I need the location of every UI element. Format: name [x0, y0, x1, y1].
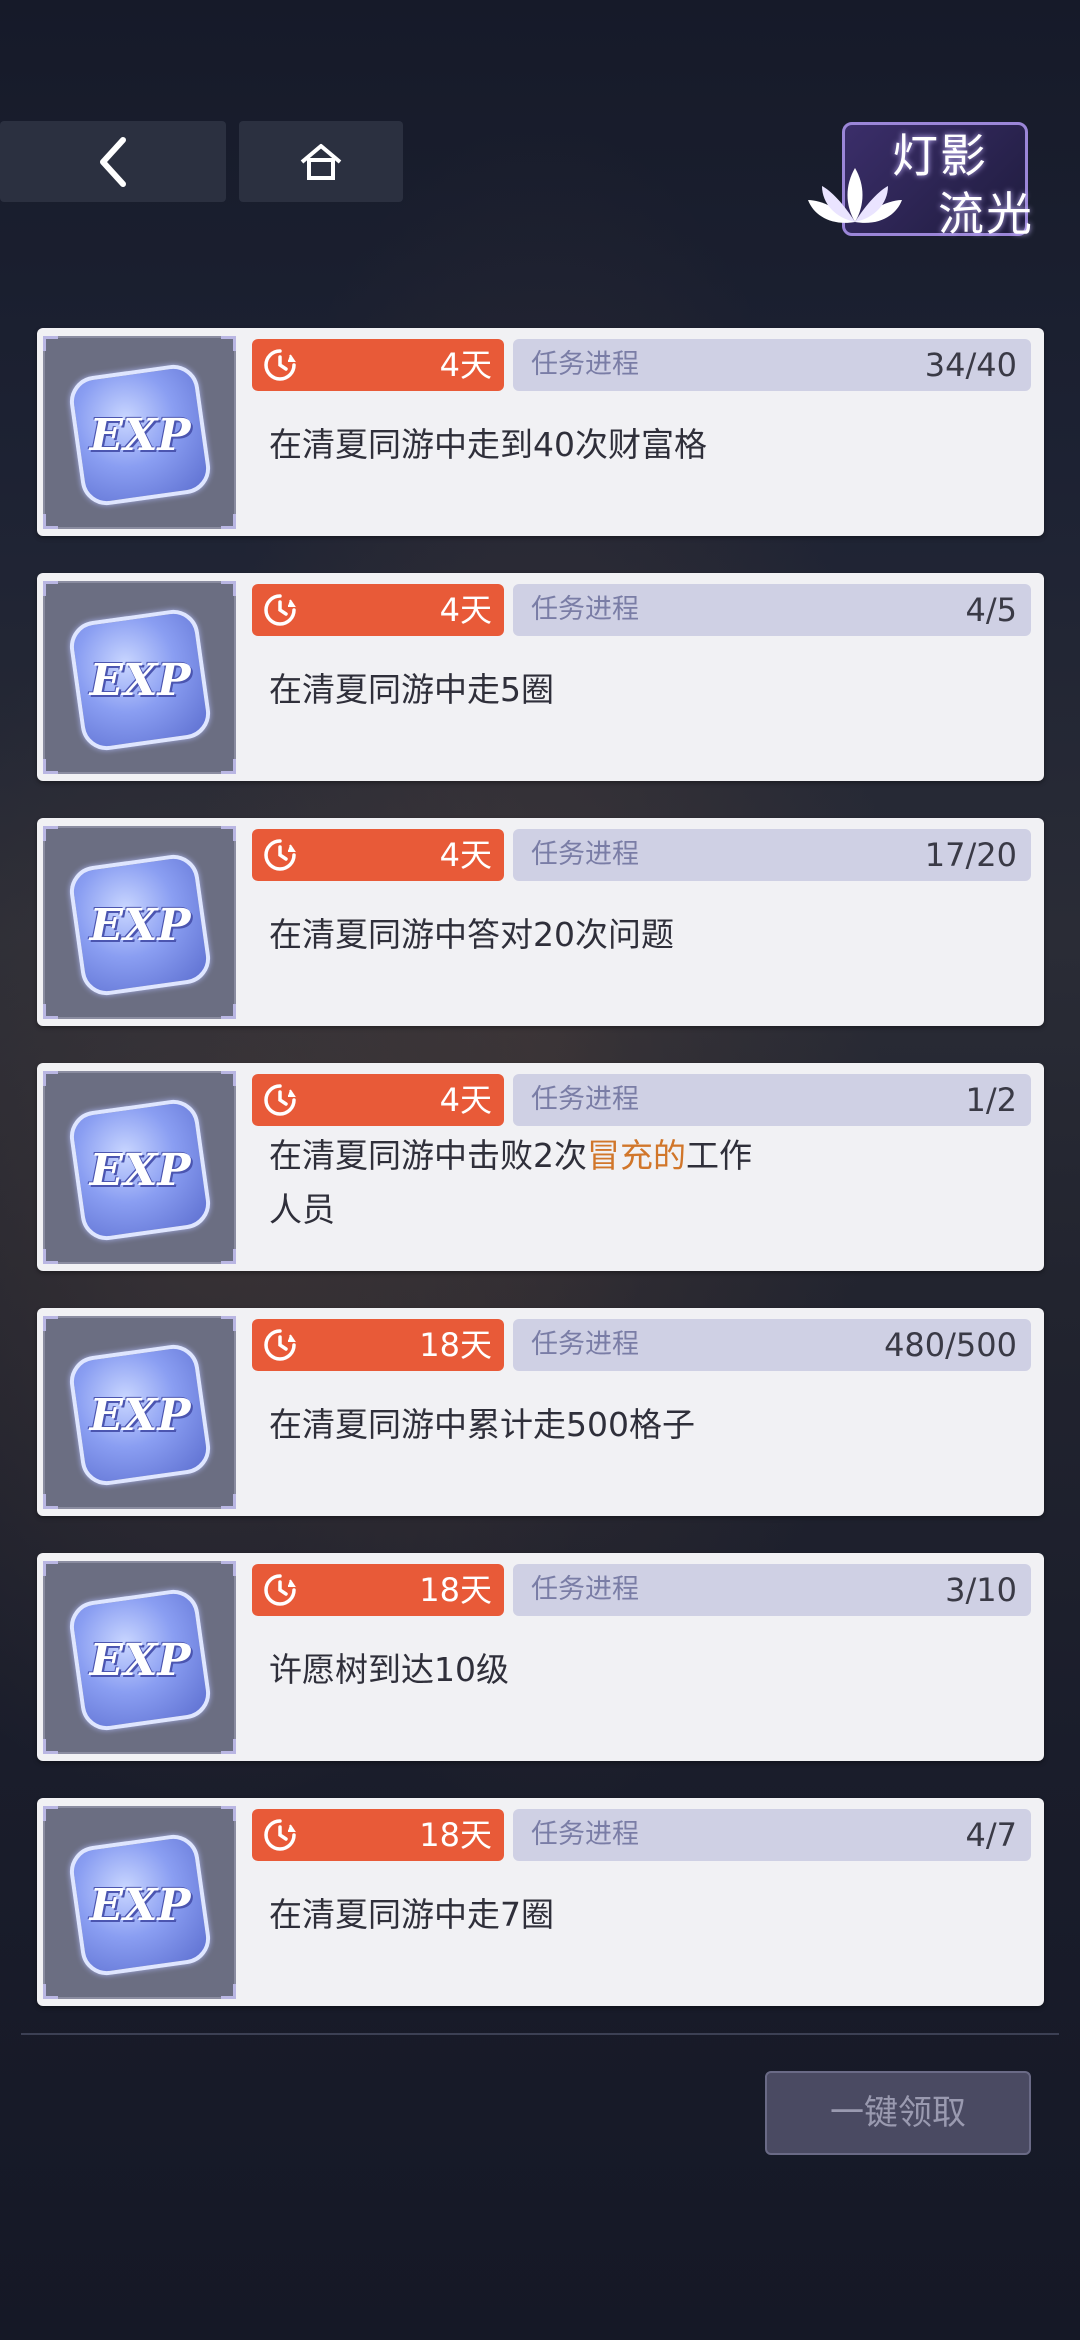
days-remaining-text: 18天 — [419, 1326, 492, 1364]
task-description-text: 在清夏同游中击败2次 — [269, 1136, 587, 1175]
exp-icon-label: EXP — [89, 1389, 191, 1441]
task-progress-bar: 任务进程 4/7 — [513, 1809, 1031, 1861]
task-card: EXP 4天 任务进程 17/20 在清夏同游中答对20次问题 — [37, 818, 1044, 1026]
task-progress-label: 任务进程 — [531, 1574, 639, 1605]
task-description: 在清夏同游中累计走500格子 — [269, 1405, 695, 1444]
task-description: 在清夏同游中击败2次冒充的工作人员 — [269, 1129, 769, 1237]
task-progress-value: 3/10 — [945, 1571, 1017, 1609]
reward-tile[interactable]: EXP — [43, 336, 236, 529]
task-progress-value: 34/40 — [924, 346, 1017, 384]
logo-title-line2: 流光 — [938, 187, 1034, 241]
days-remaining-text: 4天 — [439, 836, 492, 874]
task-progress-label: 任务进程 — [531, 839, 639, 870]
task-progress-value: 480/500 — [884, 1326, 1017, 1364]
task-progress-bar: 任务进程 4/5 — [513, 584, 1031, 636]
days-remaining-badge: 4天 — [252, 829, 504, 881]
days-remaining-text: 4天 — [439, 1081, 492, 1119]
clock-icon — [264, 1084, 296, 1116]
reward-tile[interactable]: EXP — [43, 1316, 236, 1509]
clock-icon — [264, 1574, 296, 1606]
logo-title-line1: 灯影 — [892, 129, 988, 183]
task-description: 在清夏同游中答对20次问题 — [269, 915, 674, 954]
days-remaining-badge: 4天 — [252, 584, 504, 636]
days-remaining-badge: 18天 — [252, 1564, 504, 1616]
exp-icon-label: EXP — [89, 409, 191, 461]
task-description: 许愿树到达10级 — [269, 1650, 509, 1689]
exp-icon: EXP — [66, 1831, 214, 1979]
exp-icon: EXP — [66, 361, 214, 509]
reward-tile[interactable]: EXP — [43, 826, 236, 1019]
task-progress-label: 任务进程 — [531, 594, 639, 625]
task-progress-bar: 任务进程 17/20 — [513, 829, 1031, 881]
clock-icon — [264, 1819, 296, 1851]
task-progress-value: 17/20 — [924, 836, 1017, 874]
exp-icon: EXP — [66, 1341, 214, 1489]
task-progress-label: 任务进程 — [531, 349, 639, 380]
task-card: EXP 18天 任务进程 4/7 在清夏同游中走7圈 — [37, 1798, 1044, 2006]
home-icon — [300, 143, 342, 180]
task-card: EXP 18天 任务进程 3/10 许愿树到达10级 — [37, 1553, 1044, 1761]
chevron-left-icon — [100, 136, 126, 187]
days-remaining-badge: 18天 — [252, 1809, 504, 1861]
task-card: EXP 4天 任务进程 4/5 在清夏同游中走5圈 — [37, 573, 1044, 781]
task-progress-value: 1/2 — [965, 1081, 1018, 1119]
exp-icon-label: EXP — [89, 1144, 191, 1196]
task-progress-label: 任务进程 — [531, 1084, 639, 1115]
exp-icon: EXP — [66, 606, 214, 754]
task-list: EXP 4天 任务进程 34/40 在清夏同游中走到40次财富格 EXP 4天 … — [37, 328, 1044, 2043]
days-remaining-badge: 18天 — [252, 1319, 504, 1371]
task-progress-value: 4/7 — [965, 1816, 1018, 1854]
task-card: EXP 4天 任务进程 1/2 在清夏同游中击败2次冒充的工作人员 — [37, 1063, 1044, 1271]
days-remaining-text: 18天 — [419, 1816, 492, 1854]
exp-icon-label: EXP — [89, 899, 191, 951]
exp-icon-label: EXP — [89, 1634, 191, 1686]
task-progress-bar: 任务进程 3/10 — [513, 1564, 1031, 1616]
days-remaining-text: 4天 — [439, 591, 492, 629]
days-remaining-text: 4天 — [439, 346, 492, 384]
home-button[interactable] — [239, 121, 403, 202]
reward-tile[interactable]: EXP — [43, 1561, 236, 1754]
reward-tile[interactable]: EXP — [43, 1071, 236, 1264]
exp-icon: EXP — [66, 851, 214, 999]
task-progress-bar: 任务进程 1/2 — [513, 1074, 1031, 1126]
exp-icon-label: EXP — [89, 654, 191, 706]
task-progress-value: 4/5 — [965, 591, 1018, 629]
clock-icon — [264, 349, 296, 381]
task-progress-bar: 任务进程 34/40 — [513, 339, 1031, 391]
back-button[interactable] — [0, 121, 226, 202]
exp-icon: EXP — [66, 1586, 214, 1734]
days-remaining-badge: 4天 — [252, 1074, 504, 1126]
task-description: 在清夏同游中走5圈 — [269, 670, 554, 709]
task-description: 在清夏同游中走7圈 — [269, 1895, 554, 1934]
task-description-highlight: 冒充的 — [587, 1136, 686, 1175]
exp-icon: EXP — [66, 1096, 214, 1244]
task-progress-bar: 任务进程 480/500 — [513, 1319, 1031, 1371]
days-remaining-badge: 4天 — [252, 339, 504, 391]
clock-icon — [264, 1329, 296, 1361]
reward-tile[interactable]: EXP — [43, 1806, 236, 1999]
event-logo: 灯影 流光 — [800, 112, 1040, 242]
task-description: 在清夏同游中走到40次财富格 — [269, 425, 707, 464]
clock-icon — [264, 839, 296, 871]
task-progress-label: 任务进程 — [531, 1819, 639, 1850]
task-card: EXP 4天 任务进程 34/40 在清夏同游中走到40次财富格 — [37, 328, 1044, 536]
clock-icon — [264, 594, 296, 626]
reward-tile[interactable]: EXP — [43, 581, 236, 774]
task-card: EXP 18天 任务进程 480/500 在清夏同游中累计走500格子 — [37, 1308, 1044, 1516]
task-progress-label: 任务进程 — [531, 1329, 639, 1360]
exp-icon-label: EXP — [89, 1879, 191, 1931]
claim-all-button[interactable]: 一键领取 — [765, 2071, 1031, 2155]
days-remaining-text: 18天 — [419, 1571, 492, 1609]
footer-divider — [21, 2033, 1059, 2035]
